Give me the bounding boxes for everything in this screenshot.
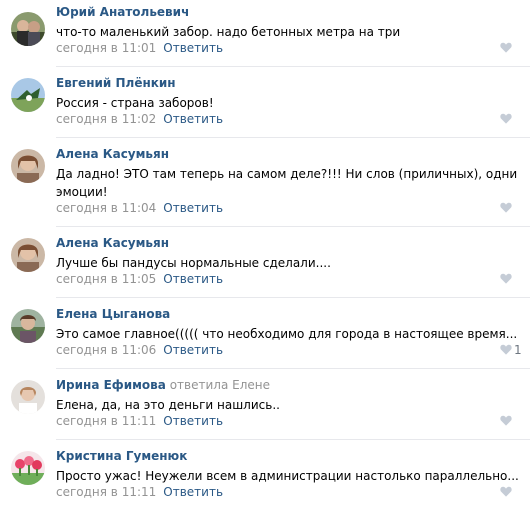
comment-text: что-то маленький забор. надо бетонных ме…: [56, 23, 516, 41]
comment-text: Просто ужас! Неужели всем в администраци…: [56, 467, 519, 485]
comment-time[interactable]: сегодня в 11:02: [56, 112, 156, 126]
comment-header: Евгений Плёнкин: [56, 76, 176, 91]
user-avatar[interactable]: [11, 12, 45, 46]
author-name[interactable]: Евгений Плёнкин: [56, 76, 176, 90]
like-button[interactable]: [498, 112, 528, 126]
comment-meta: сегодня в 11:11 Ответить: [56, 414, 223, 429]
heart-icon: [500, 202, 512, 213]
comment-text-line: Это самое главное((((( что необходимо дл…: [56, 327, 518, 341]
comment-text-line: эмоции!: [56, 185, 108, 199]
like-button[interactable]: [498, 41, 528, 55]
comment-divider: [56, 297, 530, 298]
user-avatar[interactable]: [11, 149, 45, 183]
heart-icon: [500, 344, 512, 355]
reply-to-label[interactable]: ответила Елене: [170, 378, 270, 392]
comment-time[interactable]: сегодня в 11:05: [56, 272, 156, 286]
like-button[interactable]: [498, 414, 528, 428]
heart-icon: [500, 113, 512, 124]
comment-text-line: Россия - страна заборов!: [56, 96, 214, 110]
user-avatar[interactable]: [11, 380, 45, 414]
avatar-photo: [11, 78, 45, 112]
comment-text-line: Просто ужас! Неужели всем в администраци…: [56, 469, 519, 483]
author-name[interactable]: Ирина Ефимова: [56, 378, 166, 392]
like-button[interactable]: [498, 485, 528, 499]
comment-text-line: Лучше бы пандусы нормальные сделали....: [56, 256, 331, 270]
comment-text-line: Елена, да, на это деньги нашлись..: [56, 398, 280, 412]
comment-meta: сегодня в 11:01 Ответить: [56, 41, 223, 56]
comment-divider: [56, 66, 530, 67]
reply-button[interactable]: Ответить: [163, 201, 223, 215]
comment-text-line: что-то маленький забор. надо бетонных ме…: [56, 25, 401, 39]
comment-meta: сегодня в 11:04 Ответить: [56, 201, 223, 216]
comment-header: Елена Цыганова: [56, 307, 170, 322]
avatar-photo: [11, 309, 45, 343]
comment-header: Алена Касумьян: [56, 236, 169, 251]
comment-text: Россия - страна заборов!: [56, 94, 516, 112]
author-name[interactable]: Кристина Гуменюк: [56, 449, 187, 463]
comment-text: Елена, да, на это деньги нашлись..: [56, 396, 516, 414]
like-button[interactable]: [498, 272, 528, 286]
comment-text: Да ладно! ЭТО там теперь на самом деле?!…: [56, 165, 518, 201]
avatar-photo: [11, 238, 45, 272]
comment-header: Алена Касумьян: [56, 147, 169, 162]
comment-time[interactable]: сегодня в 11:06: [56, 343, 156, 357]
comment-time[interactable]: сегодня в 11:11: [56, 485, 156, 499]
heart-icon: [500, 486, 512, 497]
reply-button[interactable]: Ответить: [163, 272, 223, 286]
like-button[interactable]: [498, 201, 528, 215]
author-name[interactable]: Алена Касумьян: [56, 147, 169, 161]
comment-text-line: Да ладно! ЭТО там теперь на самом деле?!…: [56, 167, 518, 181]
reply-button[interactable]: Ответить: [163, 485, 223, 499]
comment-divider: [56, 368, 530, 369]
comment-header: Кристина Гуменюк: [56, 449, 187, 464]
comment-meta: сегодня в 11:05 Ответить: [56, 272, 223, 287]
comment-divider: [56, 226, 530, 227]
comment-divider: [56, 439, 530, 440]
avatar-photo: [11, 451, 45, 485]
comment-divider: [56, 137, 530, 138]
avatar-photo: [11, 149, 45, 183]
comment-meta: сегодня в 11:02 Ответить: [56, 112, 223, 127]
comment-time[interactable]: сегодня в 11:11: [56, 414, 156, 428]
reply-button[interactable]: Ответить: [163, 41, 223, 55]
comment-text: Лучше бы пандусы нормальные сделали....: [56, 254, 516, 272]
comments-feed: Юрий Анатольевич что-то маленький забор.…: [0, 0, 530, 511]
reply-button[interactable]: Ответить: [163, 112, 223, 126]
reply-button[interactable]: Ответить: [163, 414, 223, 428]
user-avatar[interactable]: [11, 78, 45, 112]
comment-time[interactable]: сегодня в 11:04: [56, 201, 156, 215]
comment-meta: сегодня в 11:06 Ответить: [56, 343, 223, 358]
comment-time[interactable]: сегодня в 11:01: [56, 41, 156, 55]
comment-meta: сегодня в 11:11 Ответить: [56, 485, 223, 500]
user-avatar[interactable]: [11, 451, 45, 485]
heart-icon: [500, 42, 512, 53]
comment-header: Юрий Анатольевич: [56, 5, 189, 20]
heart-icon: [500, 273, 512, 284]
comment-header: Ирина Ефимова ответила Елене: [56, 378, 270, 393]
author-name[interactable]: Елена Цыганова: [56, 307, 170, 321]
author-name[interactable]: Алена Касумьян: [56, 236, 169, 250]
heart-icon: [500, 415, 512, 426]
author-name[interactable]: Юрий Анатольевич: [56, 5, 189, 19]
like-button[interactable]: 1: [498, 343, 528, 357]
user-avatar[interactable]: [11, 309, 45, 343]
avatar-photo: [11, 12, 45, 46]
avatar-photo: [11, 380, 45, 414]
like-count: 1: [514, 343, 522, 357]
reply-button[interactable]: Ответить: [163, 343, 223, 357]
comment-text: Это самое главное((((( что необходимо дл…: [56, 325, 518, 343]
user-avatar[interactable]: [11, 238, 45, 272]
